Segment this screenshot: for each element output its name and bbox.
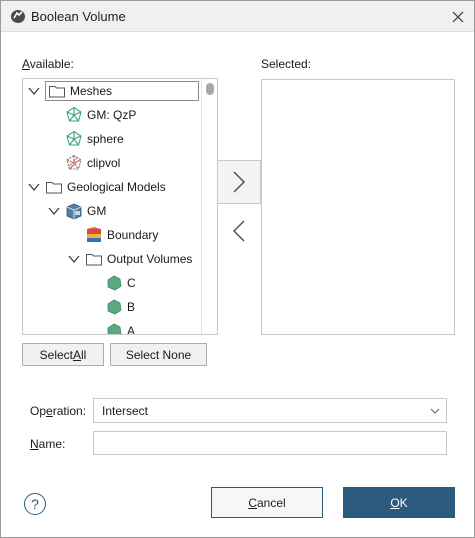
tree-item-meshes[interactable]: Meshes [27,80,199,102]
tree-item-volume-a[interactable]: A [105,320,135,334]
tree-item-volume-c[interactable]: C [105,272,136,294]
tree-item-gm-qzp[interactable]: GM: QzP [65,104,136,126]
mesh-icon [66,130,82,146]
name-label: Name: [30,437,66,451]
selected-label: Selected: [261,57,312,71]
chevron-right-icon [233,171,245,193]
cancel-button[interactable]: Cancel [211,487,323,518]
chevron-down-icon[interactable] [27,180,41,194]
tree-scrollbar-thumb[interactable] [206,83,214,95]
tree-item-output-volumes[interactable]: Output Volumes [67,248,192,270]
tree-item-volume-b[interactable]: B [105,296,135,318]
mesh-icon [66,106,82,122]
tree-item-sphere[interactable]: sphere [65,128,124,150]
tree-item-meshes-rename-box[interactable]: Meshes [45,81,199,101]
mesh-hatched-icon [66,154,82,170]
geomodel-icon [66,203,82,220]
ok-button[interactable]: OK [343,487,455,518]
select-none-button[interactable]: Select None [110,343,207,366]
volume-icon [107,275,122,291]
tree-item-gm[interactable]: GM [47,200,106,222]
tree-item-boundary[interactable]: Boundary [85,224,158,246]
boolean-volume-dialog: Boolean Volume Available: Meshes GM: QzP… [0,0,475,538]
title-bar: Boolean Volume [1,1,474,32]
name-input[interactable] [93,431,447,455]
selected-list[interactable] [261,79,455,335]
operation-select-value: Intersect [102,404,149,418]
chevron-down-icon[interactable] [47,204,61,218]
chevron-down-icon [430,408,440,414]
folder-icon [49,86,65,98]
window-title: Boolean Volume [31,9,126,24]
chevron-left-icon [233,220,245,242]
volume-icon [107,299,122,315]
available-label: Available: [22,57,74,71]
app-logo-icon [11,10,25,23]
remove-from-selected-button[interactable] [217,209,261,253]
select-all-button[interactable]: Select All [22,343,104,366]
tree-item-geological-models[interactable]: Geological Models [27,176,166,198]
tree-item-clipvol[interactable]: clipvol [65,152,120,174]
close-icon[interactable] [447,6,469,28]
tree-scrollbar[interactable] [201,79,217,334]
available-tree[interactable]: Meshes GM: QzP sphere clipvol Geological… [22,78,218,335]
folder-icon [86,254,102,266]
help-icon[interactable]: ? [24,493,46,515]
chevron-down-icon[interactable] [67,252,81,266]
operation-label: Operation: [30,404,87,418]
folder-icon [46,182,62,194]
volume-icon [107,323,122,334]
operation-select[interactable]: Intersect [93,398,447,423]
add-to-selected-button[interactable] [217,160,261,204]
boundary-icon [87,227,101,242]
chevron-down-icon[interactable] [27,84,41,98]
